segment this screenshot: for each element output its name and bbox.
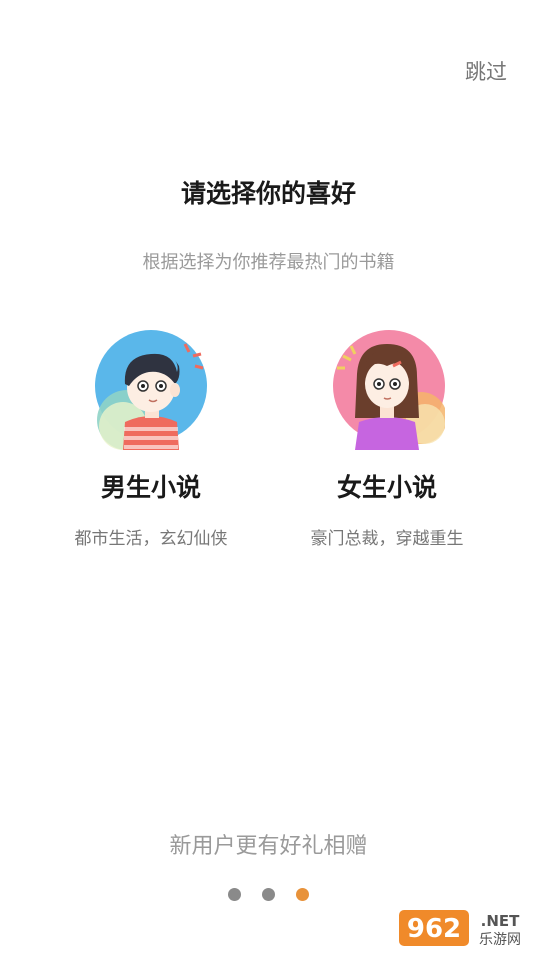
svg-text:.NET: .NET (481, 912, 520, 930)
option-male-label: 男生小说 (100, 473, 201, 502)
page-indicator (0, 888, 537, 901)
option-male-description: 都市生活，玄幻仙侠 (74, 529, 228, 549)
page-dot-3-active[interactable] (296, 888, 309, 901)
boy-avatar-icon (95, 330, 207, 450)
page-dot-1[interactable] (228, 888, 241, 901)
page-title: 请选择你的喜好 (180, 179, 356, 208)
option-female-label: 女生小说 (336, 473, 437, 502)
skip-button[interactable]: 跳过 (465, 56, 507, 86)
svg-text:962: 962 (407, 914, 461, 944)
page-subtitle: 根据选择为你推荐最热门的书籍 (142, 252, 395, 273)
site-watermark-logo: 962 .NET 乐游网 (397, 906, 531, 950)
svg-text:乐游网: 乐游网 (479, 932, 521, 948)
onboarding-screen: 跳过 请选择你的喜好 根据选择为你推荐最热门的书籍 男生小说 都市生活，玄幻仙侠… (0, 0, 537, 956)
option-female-description: 豪门总裁，穿越重生 (310, 529, 464, 549)
girl-avatar-icon (333, 330, 445, 450)
promo-text: 新用户更有好礼相赠 (169, 834, 368, 859)
option-female-novels[interactable]: 女生小说 豪门总裁，穿越重生 (287, 326, 487, 549)
option-male-novels[interactable]: 男生小说 都市生活，玄幻仙侠 (51, 326, 251, 549)
page-dot-2[interactable] (262, 888, 275, 901)
